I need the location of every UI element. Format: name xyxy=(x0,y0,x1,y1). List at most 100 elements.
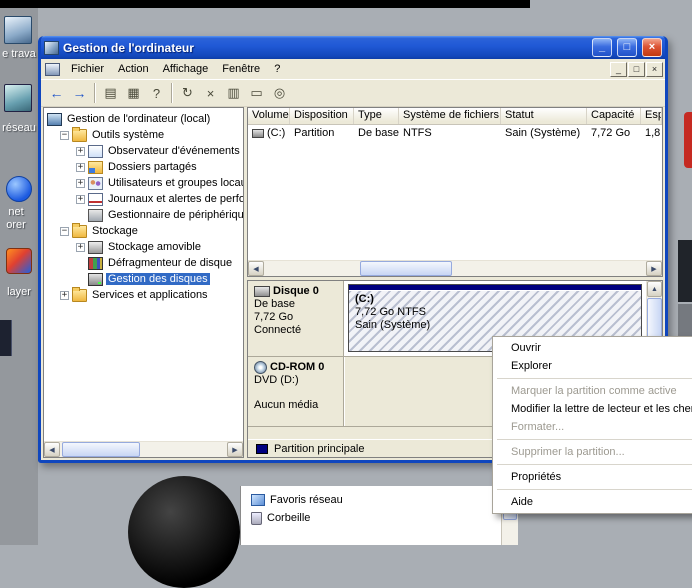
minimize-button[interactable]: _ xyxy=(592,38,612,57)
desktop-icon-network[interactable] xyxy=(4,84,32,112)
back-button[interactable]: ← xyxy=(45,82,68,104)
tree-item-services-applications[interactable]: + Services et applications xyxy=(45,287,243,303)
cdrom-info[interactable]: CD-ROM 0 DVD (D:) Aucun média xyxy=(248,357,344,426)
desktop-icon-internet-explorer-label[interactable]: net orer xyxy=(0,206,32,232)
mdi-close-button[interactable]: × xyxy=(646,62,663,77)
find-button[interactable]: ◎ xyxy=(268,82,291,104)
collapse-icon[interactable]: − xyxy=(60,227,69,236)
spacer xyxy=(254,387,341,399)
volume-list-header: Volume Disposition Type Système de fichi… xyxy=(248,108,662,125)
scroll-right-button[interactable]: ▶ xyxy=(646,261,662,276)
properties-button[interactable]: ▥ xyxy=(222,82,245,104)
desktop-icon-network-label[interactable]: réseau xyxy=(0,122,38,135)
partition-name: (C:) xyxy=(355,293,635,306)
column-header-statut[interactable]: Statut xyxy=(501,108,587,124)
tree-item-gestionnaire-peripheriques[interactable]: Gestionnaire de périphériques xyxy=(45,207,243,223)
mdi-system-icon[interactable] xyxy=(45,63,60,76)
tree-item-utilisateurs-groupes[interactable]: + Utilisateurs et groupes locaux xyxy=(45,175,243,191)
menu-action[interactable]: Action xyxy=(111,61,156,77)
show-console-tree-button[interactable]: ▤ xyxy=(99,82,122,104)
screen-fragment-red xyxy=(684,112,692,168)
toolbar: ← → ▤ ▦ ? ↻ × ▥ ▭ ◎ xyxy=(41,80,665,107)
menu-bar: Fichier Action Affichage Fenêtre ? _ □ × xyxy=(41,59,665,80)
column-header-capacite[interactable]: Capacité xyxy=(587,108,641,124)
tree-item-corbeille[interactable]: Corbeille xyxy=(251,509,518,527)
mdi-minimize-button[interactable]: _ xyxy=(610,62,627,77)
column-header-systeme-fichiers[interactable]: Système de fichiers xyxy=(399,108,501,124)
volume-row-c[interactable]: (C:) Partition De base NTFS Sain (Systèm… xyxy=(248,125,662,141)
tree-item-observateur-evenements[interactable]: + Observateur d'événements xyxy=(45,143,243,159)
mdi-restore-button[interactable]: □ xyxy=(628,62,645,77)
open-button[interactable]: ▭ xyxy=(245,82,268,104)
expand-icon[interactable]: + xyxy=(76,147,85,156)
export-list-button[interactable]: ▦ xyxy=(122,82,145,104)
desktop-icon-media-player[interactable] xyxy=(6,248,32,274)
scrollbar-track[interactable] xyxy=(264,261,646,276)
column-header-disposition[interactable]: Disposition xyxy=(290,108,354,124)
delete-button[interactable]: × xyxy=(199,82,222,104)
partition-info: 7,72 Go NTFS xyxy=(355,306,635,319)
expand-icon[interactable]: + xyxy=(76,179,85,188)
menu-fichier[interactable]: Fichier xyxy=(64,61,111,77)
menu-separator xyxy=(497,489,692,490)
scroll-up-button[interactable]: ▲ xyxy=(647,281,662,297)
console-tree-pane: Gestion de l'ordinateur (local) − Outils… xyxy=(43,107,244,458)
tree-item-journaux-alertes[interactable]: + Journaux et alertes de performance xyxy=(45,191,243,207)
tree-item-gestion-des-disques[interactable]: Gestion des disques xyxy=(45,271,243,287)
disk0-info[interactable]: Disque 0 De base 7,72 Go Connecté xyxy=(248,281,344,356)
expander-placeholder xyxy=(76,275,85,284)
tree-item-dossiers-partages[interactable]: + Dossiers partagés xyxy=(45,159,243,175)
forward-button[interactable]: → xyxy=(68,82,91,104)
tree-item-gestion-ordinateur[interactable]: Gestion de l'ordinateur (local) xyxy=(45,111,243,127)
menu-aide[interactable]: ? xyxy=(267,61,287,77)
filesystem-cell: NTFS xyxy=(399,126,501,140)
menu-fenetre[interactable]: Fenêtre xyxy=(215,61,267,77)
maximize-button[interactable]: □ xyxy=(617,38,637,57)
primary-partition-swatch xyxy=(256,444,268,454)
tree-horizontal-scrollbar[interactable]: ◀ ▶ xyxy=(44,441,243,457)
scroll-left-button[interactable]: ◀ xyxy=(44,442,60,457)
tree-item-defragmenteur[interactable]: Défragmenteur de disque xyxy=(45,255,243,271)
disk0-size: 7,72 Go xyxy=(254,311,341,324)
column-header-type[interactable]: Type xyxy=(354,108,399,124)
tree-item-stockage[interactable]: − Stockage xyxy=(45,223,243,239)
expand-icon[interactable]: + xyxy=(76,163,85,172)
context-menu-proprietes[interactable]: Propriétés xyxy=(495,468,692,486)
expander-placeholder xyxy=(76,211,85,220)
close-button[interactable]: × xyxy=(642,38,662,57)
folder-icon xyxy=(72,289,87,302)
title-bar[interactable]: Gestion de l'ordinateur _ □ × xyxy=(41,36,665,59)
context-menu-aide[interactable]: Aide xyxy=(495,493,692,511)
scroll-left-button[interactable]: ◀ xyxy=(248,261,264,276)
expand-icon[interactable]: + xyxy=(76,195,85,204)
cd-rom-icon xyxy=(254,361,267,374)
desktop-icon-media-player-label[interactable]: layer xyxy=(0,286,38,299)
tree-item-outils-systeme[interactable]: − Outils système xyxy=(45,127,243,143)
tree-item-stockage-amovible[interactable]: + Stockage amovible xyxy=(45,239,243,255)
desktop-icon-internet-explorer[interactable] xyxy=(6,176,32,202)
context-menu-modifier-lettre[interactable]: Modifier la lettre de lecteur et les che… xyxy=(495,400,692,418)
tree-item-favoris-reseau[interactable]: Favoris réseau xyxy=(251,491,518,509)
folder-icon xyxy=(72,129,87,142)
disk0-type: De base xyxy=(254,298,341,311)
column-header-volume[interactable]: Volume xyxy=(248,108,290,124)
expand-icon[interactable]: + xyxy=(60,291,69,300)
help-button[interactable]: ? xyxy=(145,82,168,104)
legend-primary-partition-label: Partition principale xyxy=(274,443,365,455)
scrollbar-thumb[interactable] xyxy=(360,261,452,276)
desktop-icon-computer[interactable] xyxy=(4,16,32,44)
context-menu-explorer[interactable]: Explorer xyxy=(495,357,692,375)
desktop-icon-computer-label[interactable]: e trava xyxy=(0,48,38,61)
expand-icon[interactable]: + xyxy=(76,243,85,252)
scroll-right-button[interactable]: ▶ xyxy=(227,442,243,457)
menu-affichage[interactable]: Affichage xyxy=(156,61,216,77)
context-menu-ouvrir[interactable]: Ouvrir xyxy=(495,339,692,357)
scrollbar-track[interactable] xyxy=(60,442,227,457)
screen-fragment-dark xyxy=(678,240,692,302)
volume-list-horizontal-scrollbar[interactable]: ◀ ▶ xyxy=(248,260,662,276)
scrollbar-thumb[interactable] xyxy=(62,442,140,457)
column-header-espace-libre[interactable]: Espace libre xyxy=(641,108,662,124)
collapse-icon[interactable]: − xyxy=(60,131,69,140)
desktop-icon-music[interactable] xyxy=(0,320,12,356)
refresh-button[interactable]: ↻ xyxy=(176,82,199,104)
